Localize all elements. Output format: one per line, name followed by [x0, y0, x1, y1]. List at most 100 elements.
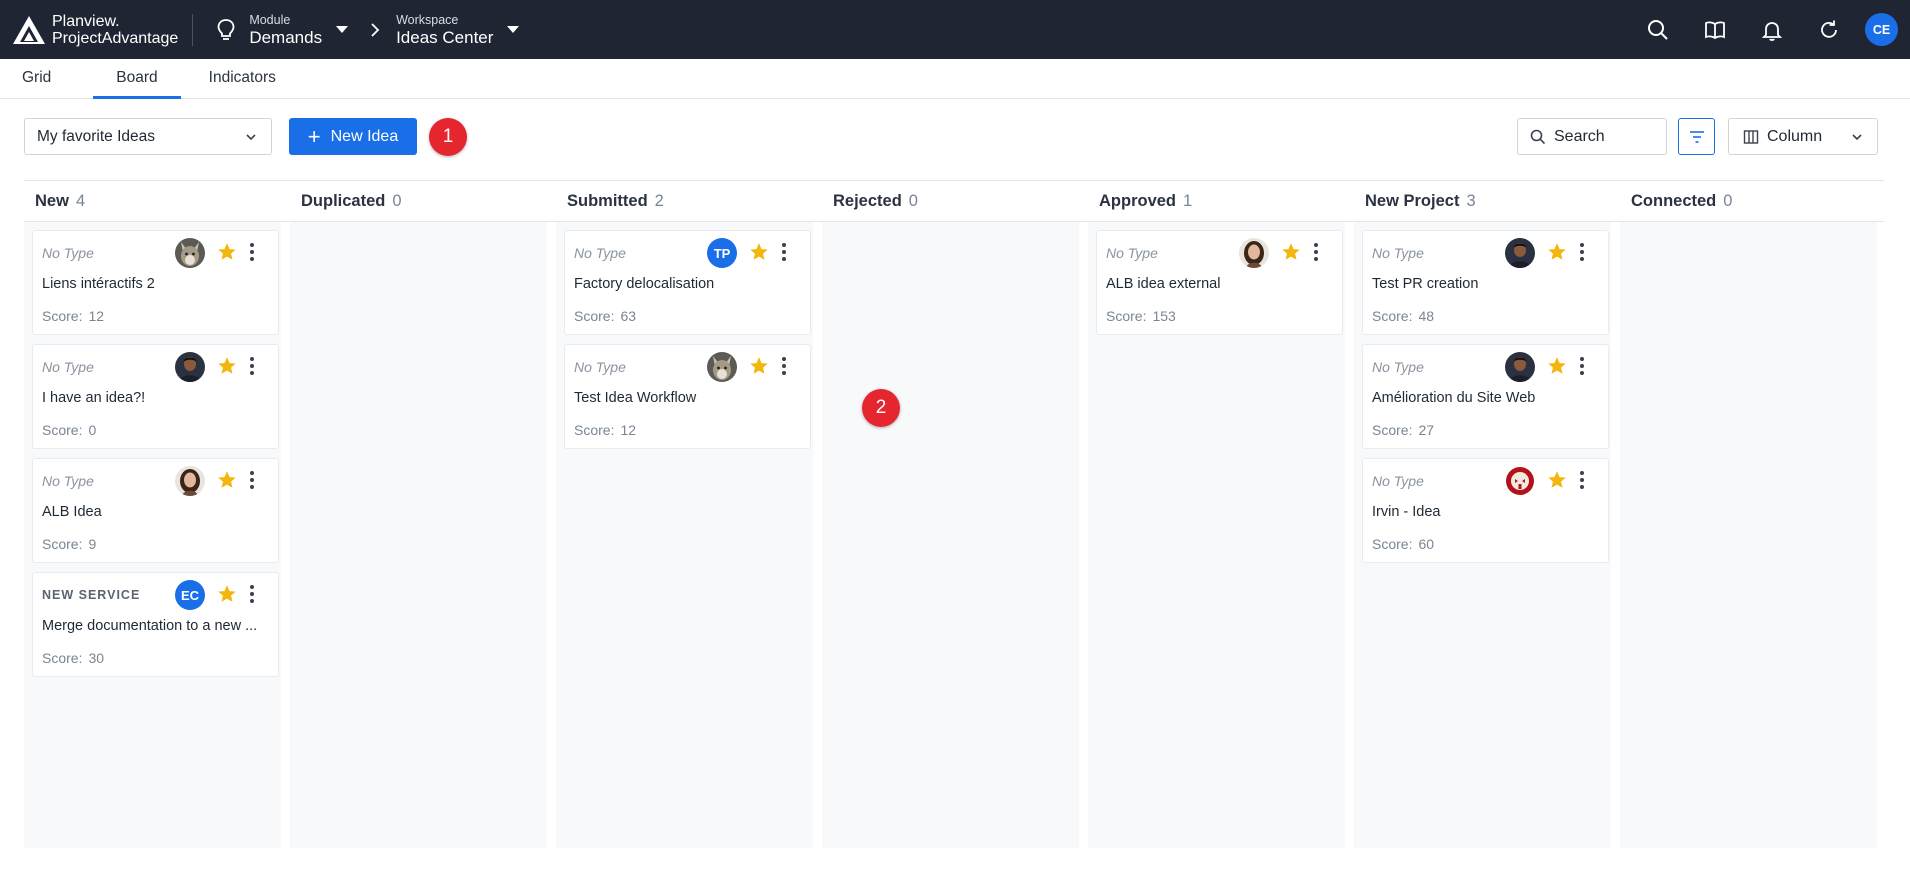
idea-title[interactable]: ALB idea external	[1106, 276, 1328, 292]
idea-title[interactable]: Irvin - Idea	[1372, 504, 1594, 520]
idea-title[interactable]: Test Idea Workflow	[574, 390, 796, 406]
chevron-down-icon	[246, 134, 256, 141]
favorite-star-icon[interactable]	[1280, 241, 1302, 263]
column-drop-area[interactable]: No Type ALB idea external Score: 153	[1088, 222, 1345, 848]
owner-avatar[interactable]	[1505, 466, 1535, 496]
favorite-star-icon[interactable]	[216, 469, 238, 491]
owner-avatar[interactable]	[175, 238, 205, 268]
more-options-icon[interactable]	[245, 583, 259, 605]
filter-icon	[1689, 130, 1704, 143]
idea-score: Score: 9	[42, 536, 96, 552]
owner-avatar[interactable]	[707, 352, 737, 382]
idea-title[interactable]: Test PR creation	[1372, 276, 1594, 292]
idea-title[interactable]: Merge documentation to a new ...	[42, 618, 264, 634]
favorite-star-icon[interactable]	[748, 355, 770, 377]
idea-card[interactable]: No Type Liens intéractifs 2 Score: 12	[32, 230, 279, 335]
board-column-submitted: Submitted 2 No Type TP Factory delocalisatio…	[556, 180, 813, 848]
more-options-icon[interactable]	[245, 469, 259, 491]
score-value: 30	[88, 650, 105, 666]
column-header[interactable]: New 4	[24, 180, 281, 222]
favorite-star-icon[interactable]	[216, 583, 238, 605]
score-value: 0	[88, 422, 97, 438]
more-options-icon[interactable]	[777, 355, 791, 377]
idea-title[interactable]: ALB Idea	[42, 504, 264, 520]
user-avatar[interactable]: CE	[1865, 13, 1898, 46]
column-header[interactable]: New Project 3	[1354, 180, 1611, 222]
column-drop-area[interactable]: No Type Liens intéractifs 2 Score: 12 No Typ…	[24, 222, 281, 848]
favorite-star-icon[interactable]	[216, 355, 238, 377]
column-header[interactable]: Approved 1	[1088, 180, 1345, 222]
owner-avatar[interactable]	[175, 352, 205, 382]
column-count: 0	[908, 191, 918, 210]
idea-type: NEW SERVICE	[42, 588, 141, 602]
tab-grid[interactable]: Grid	[0, 58, 73, 98]
kanban-board: New 4 No Type Liens intéractifs 2 Score: 12 No…	[24, 180, 1884, 848]
help-book-button[interactable]	[1686, 0, 1743, 59]
favorite-star-icon[interactable]	[1546, 469, 1568, 491]
global-search-button[interactable]	[1629, 0, 1686, 59]
idea-card[interactable]: No Type Amélioration du Site Web Score: 27	[1362, 344, 1609, 449]
idea-title[interactable]: Liens intéractifs 2	[42, 276, 264, 292]
board-search-input[interactable]: Search	[1517, 118, 1667, 155]
columns-icon	[1743, 129, 1759, 144]
column-drop-area[interactable]: No Type Test PR creation Score: 48 No Type Am…	[1354, 222, 1611, 848]
workspace-selector[interactable]: Workspace Ideas Center	[396, 12, 520, 48]
more-options-icon[interactable]	[1575, 355, 1589, 377]
owner-avatar[interactable]	[1239, 238, 1269, 268]
idea-card[interactable]: NEW SERVICE EC Merge documentation to a ne…	[32, 572, 279, 677]
idea-title[interactable]: Factory delocalisation	[574, 276, 796, 292]
more-options-icon[interactable]	[777, 241, 791, 263]
column-header[interactable]: Connected 0	[1620, 180, 1877, 222]
idea-card[interactable]: No Type Test PR creation Score: 48	[1362, 230, 1609, 335]
score-value: 9	[88, 536, 97, 552]
column-drop-area[interactable]	[1620, 222, 1877, 848]
score-label: Score:	[42, 308, 83, 324]
view-filter-select[interactable]: My favorite Ideas	[24, 118, 272, 155]
idea-type: No Type	[574, 245, 626, 261]
more-options-icon[interactable]	[245, 355, 259, 377]
owner-avatar[interactable]	[1505, 352, 1535, 382]
idea-score: Score: 60	[1372, 536, 1434, 552]
idea-card[interactable]: No Type Test Idea Workflow Score: 12	[564, 344, 811, 449]
column-drop-area[interactable]	[290, 222, 547, 848]
idea-title[interactable]: Amélioration du Site Web	[1372, 390, 1594, 406]
column-layout-select[interactable]: Column	[1728, 118, 1878, 155]
column-count: 0	[392, 191, 402, 210]
planview-logo[interactable]: Planview. ProjectAdvantage	[0, 0, 178, 59]
brand-line-2: ProjectAdvantage	[52, 29, 179, 47]
score-label: Score:	[1106, 308, 1147, 324]
idea-card[interactable]: No Type TP Factory delocalisation Score: 63	[564, 230, 811, 335]
more-options-icon[interactable]	[1309, 241, 1323, 263]
notifications-button[interactable]	[1743, 0, 1800, 59]
column-header[interactable]: Submitted 2	[556, 180, 813, 222]
favorite-star-icon[interactable]	[748, 241, 770, 263]
idea-card[interactable]: No Type ALB Idea Score: 9	[32, 458, 279, 563]
idea-card[interactable]: No Type Irvin - Idea Score: 60	[1362, 458, 1609, 563]
idea-card[interactable]: No Type I have an idea?! Score: 0	[32, 344, 279, 449]
score-value: 153	[1152, 308, 1176, 324]
more-options-icon[interactable]	[1575, 469, 1589, 491]
owner-avatar[interactable]	[175, 466, 205, 496]
owner-avatar[interactable]: EC	[175, 580, 205, 610]
idea-title[interactable]: I have an idea?!	[42, 390, 264, 406]
module-selector[interactable]: Module Demands	[215, 12, 349, 48]
favorite-star-icon[interactable]	[1546, 241, 1568, 263]
more-options-icon[interactable]	[1575, 241, 1589, 263]
column-drop-area[interactable]: No Type TP Factory delocalisation Score: 63 N…	[556, 222, 813, 848]
column-header[interactable]: Duplicated 0	[290, 180, 547, 222]
column-drop-area[interactable]	[822, 222, 1079, 848]
favorite-star-icon[interactable]	[216, 241, 238, 263]
tab-board[interactable]: Board	[93, 58, 182, 99]
idea-card[interactable]: No Type ALB idea external Score: 153	[1096, 230, 1343, 335]
new-idea-button[interactable]: + New Idea	[289, 118, 417, 155]
score-value: 48	[1418, 308, 1435, 324]
refresh-button[interactable]	[1800, 0, 1857, 59]
favorite-star-icon[interactable]	[1546, 355, 1568, 377]
owner-avatar[interactable]	[1505, 238, 1535, 268]
column-header[interactable]: Rejected 0	[822, 180, 1079, 222]
search-icon	[1647, 19, 1668, 40]
owner-avatar[interactable]: TP	[707, 238, 737, 268]
filter-button[interactable]	[1678, 118, 1715, 155]
tab-indicators[interactable]: Indicators	[187, 58, 298, 98]
more-options-icon[interactable]	[245, 241, 259, 263]
